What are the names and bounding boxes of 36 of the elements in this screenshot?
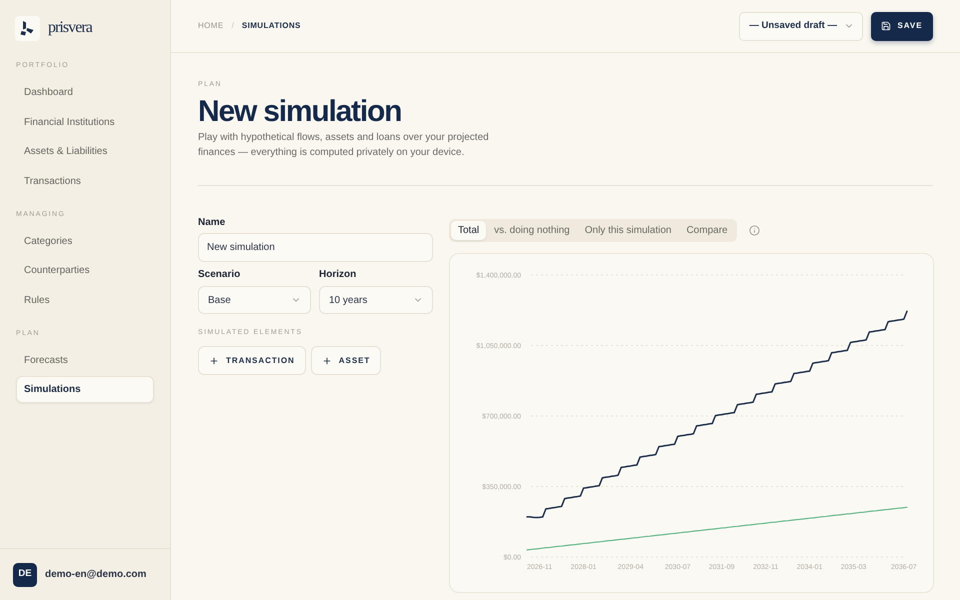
nav-item[interactable]: Assets & Liabilities	[16, 138, 154, 165]
page-description: Play with hypothetical flows, assets and loans over your projected finances — everything is computed privately on your device.	[198, 131, 490, 160]
plus-icon	[322, 356, 332, 366]
field-label: Name	[198, 217, 226, 229]
nav-item[interactable]: Transactions	[16, 168, 154, 194]
nav-item[interactable]: Simulations	[16, 376, 154, 403]
view-tab[interactable]: Only this simulation	[578, 221, 678, 240]
user-avatar[interactable]: DE	[13, 562, 37, 586]
nav-item[interactable]: Counterparties	[16, 257, 154, 284]
nav-item[interactable]: Forecasts	[16, 346, 154, 374]
nav-item[interactable]: Categories	[16, 228, 154, 254]
plus-icon	[209, 356, 219, 366]
nav-item[interactable]: Financial Institutions	[16, 108, 154, 136]
breadcrumb-link[interactable]: HOME	[198, 20, 224, 32]
view-tab[interactable]: Compare	[679, 221, 735, 240]
nav-item[interactable]: Rules	[16, 286, 154, 314]
horizon-select[interactable]: 10 years	[319, 286, 433, 314]
brand-name: prisvera	[48, 20, 92, 36]
breadcrumb-link[interactable]: SIMULATIONS	[242, 20, 301, 32]
field-label: Scenario	[198, 269, 242, 281]
view-tab[interactable]: vs. doing nothing	[487, 221, 577, 240]
scenario-select[interactable]: Base	[198, 286, 311, 314]
view-tab[interactable]: Total	[451, 221, 486, 240]
draft-select[interactable]: — Unsaved draft —	[739, 12, 863, 40]
breadcrumb-separator: /	[232, 20, 234, 32]
field-label: Horizon	[319, 269, 358, 281]
save-button[interactable]: SAVE	[871, 12, 933, 40]
info-icon[interactable]	[748, 225, 760, 236]
page-title: New simulation	[198, 95, 402, 129]
add-button[interactable]: ASSET	[310, 346, 382, 375]
save-icon	[881, 21, 892, 31]
add-button[interactable]: TRANSACTION	[198, 346, 306, 375]
name-input[interactable]: New simulation	[198, 233, 433, 262]
nav-item[interactable]: Dashboard	[16, 79, 154, 106]
user-email: demo-en@demo.com	[45, 568, 146, 582]
logo-icon	[15, 16, 40, 40]
